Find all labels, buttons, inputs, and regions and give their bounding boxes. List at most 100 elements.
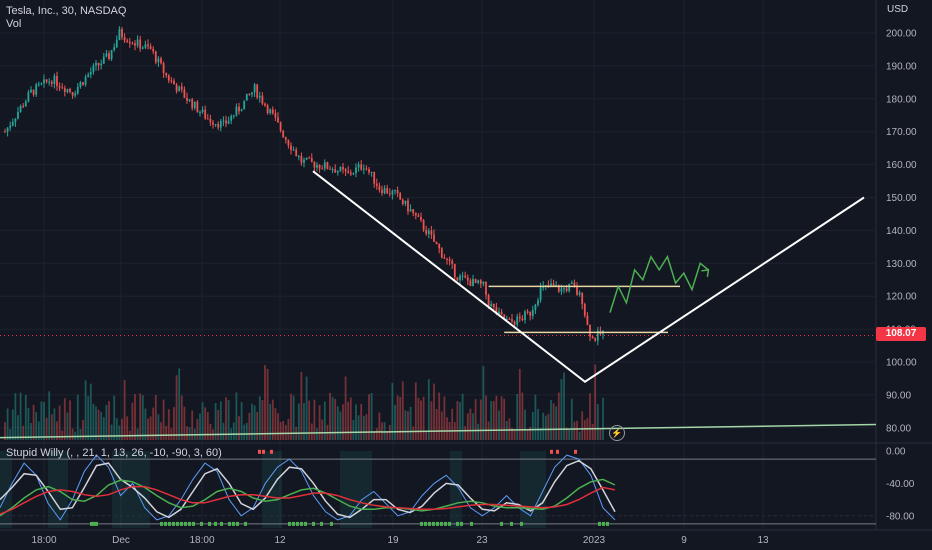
volume-bar [334,398,337,440]
candle-body [370,171,373,173]
currency-label[interactable]: USD [887,4,908,15]
volume-bar [235,392,238,440]
candle-body [58,86,61,88]
volume-bar [11,409,14,440]
candle-body [76,86,79,94]
volume-bar [365,414,368,440]
candle-body [310,158,313,162]
volume-bar [490,401,493,440]
candle-body [521,318,524,321]
volume-bar [399,397,402,440]
candle-body [511,319,513,322]
candle-body [407,200,409,212]
volume-bar [58,405,61,440]
candle-body [191,99,194,109]
volume-bar [466,413,469,440]
volume-bar [69,400,71,440]
volume-bar [131,402,134,440]
candle-body [110,50,113,59]
candle-body [188,99,191,101]
candle-body [126,40,129,42]
candle-body [339,167,342,171]
lightning-icon[interactable]: ⚡ [609,425,625,441]
volume-bar [32,404,35,440]
candle-body [180,86,183,90]
candle-body [144,44,147,48]
volume-bar [24,394,27,440]
volume-bar [482,366,485,440]
volume-bar [19,392,22,440]
volume-bar [121,418,123,440]
candle-body [95,62,97,66]
candle-body [313,161,316,168]
candle-body [560,288,563,292]
candle-body [453,263,456,278]
volume-bar [352,420,355,440]
volume-bar [409,406,412,440]
volume-bar [485,395,487,440]
candle-body [157,58,160,63]
volume-bar [170,428,173,440]
candle-body [30,89,32,93]
candle-body [152,48,155,52]
volume-bar [297,403,300,440]
candle-body [318,164,321,169]
candle-body [414,212,417,216]
volume-bar [394,405,396,440]
candle-body [193,101,196,109]
volume-bar [316,428,318,440]
candle-body [149,46,152,49]
indicator-signal-dot [500,521,503,526]
indicator-signal-dot [258,449,261,454]
candle-body [14,118,17,122]
candle-body [170,80,173,82]
candle-body [232,115,235,117]
candle-body [349,172,352,175]
volume-bar [71,428,74,440]
candle-body [516,316,519,325]
indicator-signal-dot [510,521,513,526]
volume-bar [500,396,503,440]
volume-bar [108,401,110,440]
candle-body [565,288,568,292]
candle-body [492,303,495,308]
volume-bar [570,398,573,440]
candle-body [53,75,56,84]
candle-body [240,109,243,112]
volume-bar [378,412,381,440]
symbol-title[interactable]: Tesla, Inc., 30, NASDAQ [6,5,126,18]
volume-bar [303,402,305,440]
indicator-signal-dot [440,521,443,526]
volume-bar [186,426,188,440]
candle-body [479,280,482,284]
volume-bar [123,379,126,440]
volume-bar [269,403,272,440]
candle-body [586,315,589,325]
candle-body [347,171,350,173]
indicator-signal-dot [602,521,605,526]
candle-body [396,190,399,194]
volume-bar [362,415,365,440]
volume-bar [147,418,149,440]
chart-canvas[interactable]: 200.00190.00180.00170.00160.00150.00140.… [0,0,932,550]
candle-body [430,230,433,235]
candle-body [518,316,521,319]
volume-bar [175,375,178,440]
indicator-legend[interactable]: Stupid Willy (, , 21, 1, 13, 26, -10, -9… [6,447,222,459]
candle-body [537,300,539,305]
indicator-signal-dot [228,521,231,526]
candle-body [100,63,103,66]
volume-bar [149,416,152,440]
volume-bar [300,371,303,440]
volume-bar [206,412,209,440]
volume-bar [313,399,316,440]
candle-body [438,244,441,249]
volume-bar [474,399,477,440]
volume-label[interactable]: Vol [6,18,126,31]
y-tick-label: 170.00 [886,127,917,138]
volume-bar [521,392,524,440]
volume-bar [420,400,422,440]
volume-bar [222,422,225,440]
volume-bar [602,397,604,440]
candle-body [22,105,25,107]
